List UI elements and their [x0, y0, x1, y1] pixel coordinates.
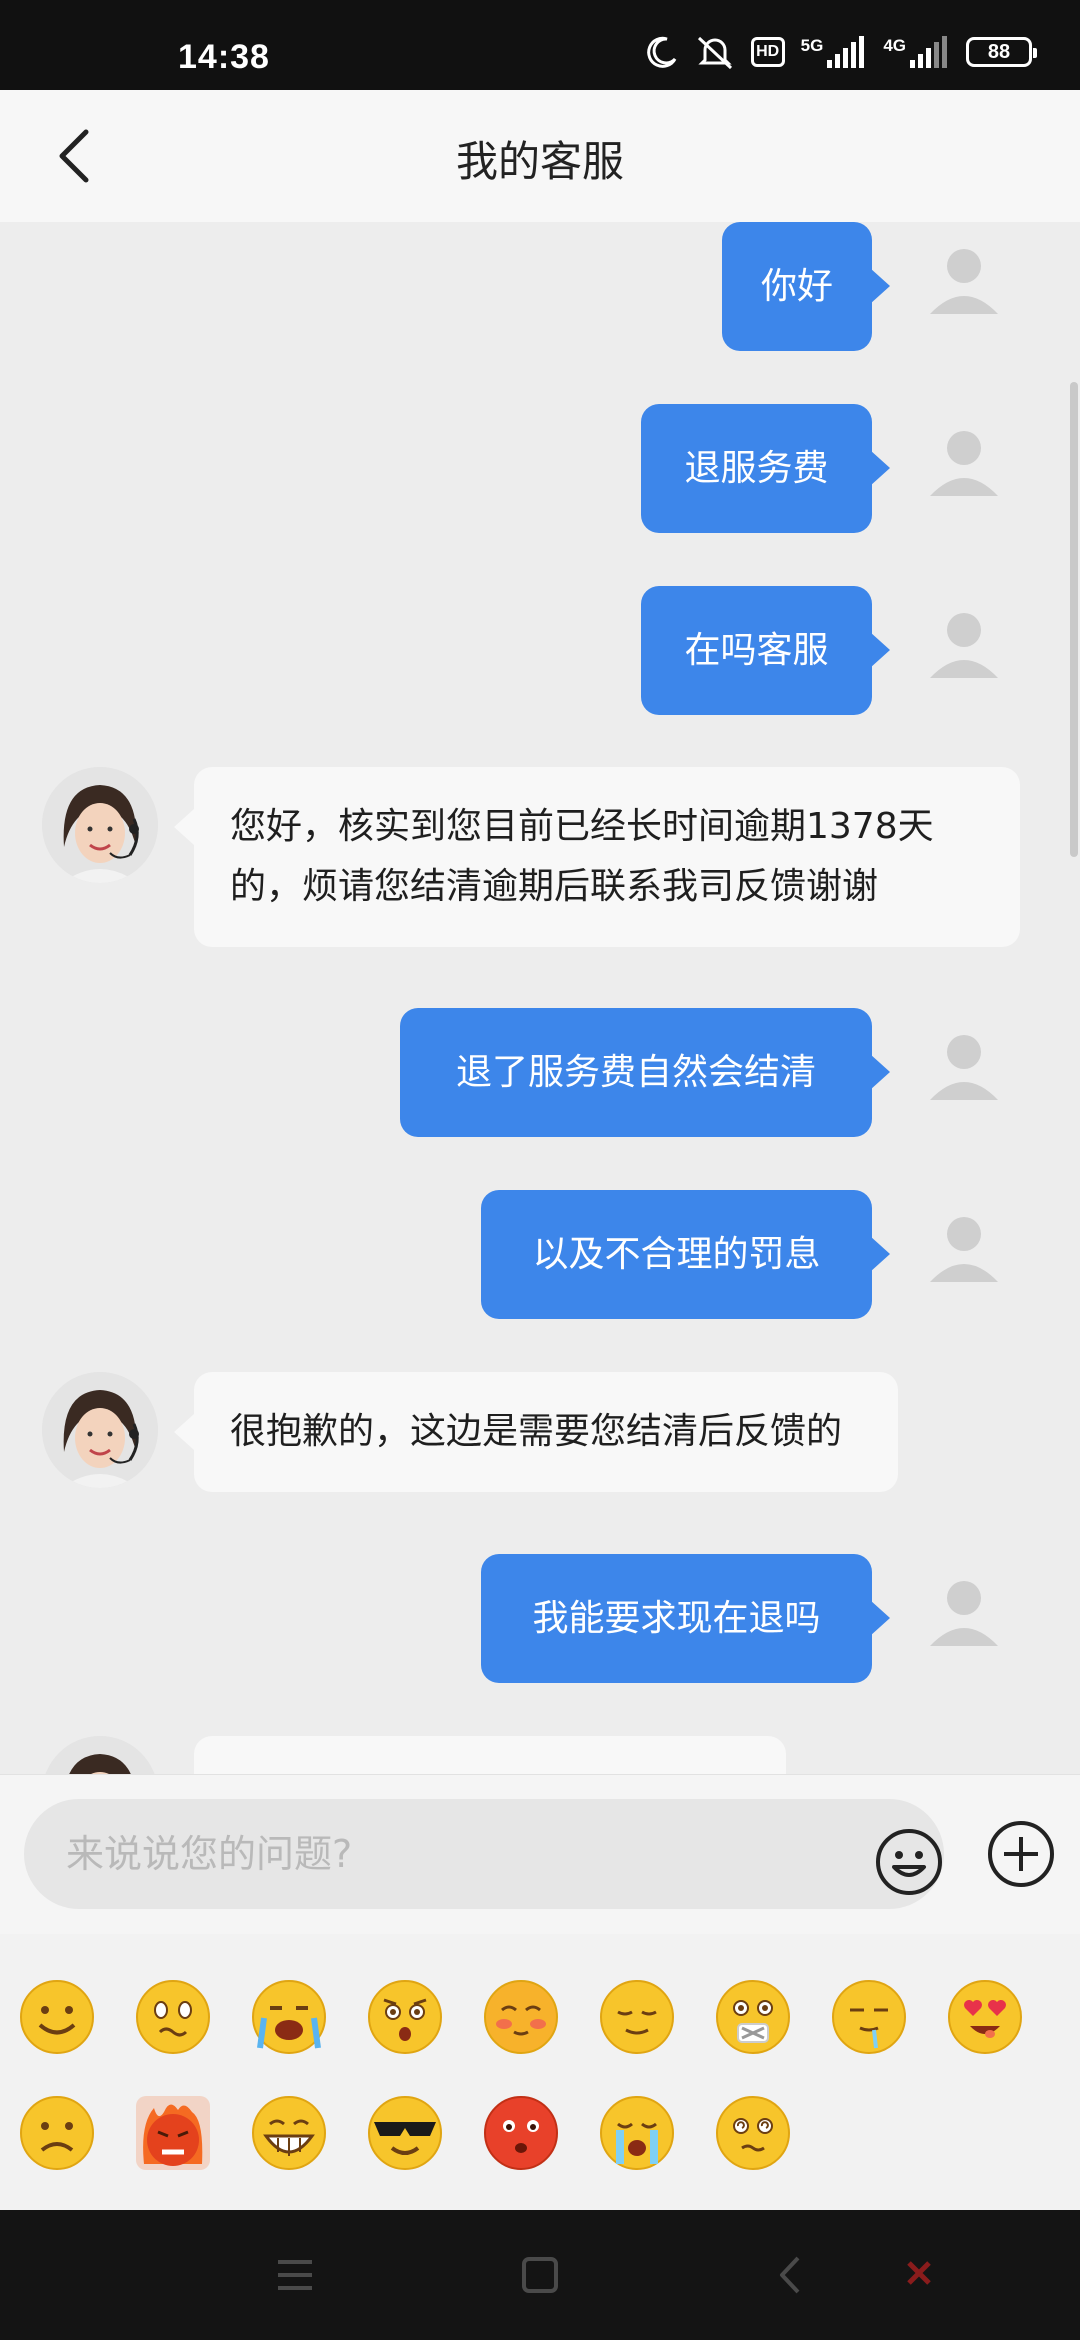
home-icon[interactable]: [515, 2252, 565, 2298]
message-bubble[interactable]: 很抱歉的，这边是需要您结清后反馈的: [174, 1372, 898, 1492]
agent-avatar: [42, 1736, 158, 1774]
agent-avatar: [42, 767, 158, 883]
message-input-container: [24, 1799, 944, 1909]
emoji-nervous[interactable]: [134, 1978, 212, 2056]
mute-bell-icon: [697, 36, 732, 70]
emoji-smile[interactable]: [18, 1978, 96, 2056]
agent-avatar-image: [42, 1736, 158, 1774]
message-outgoing: 以及不合理的罚息: [0, 1190, 1080, 1320]
emoji-blush-red[interactable]: [482, 2094, 560, 2172]
message-outgoing: 在吗客服: [0, 586, 1080, 716]
message-outgoing: 你好: [0, 222, 1080, 352]
back-nav-icon[interactable]: [766, 2252, 816, 2298]
navigation-bar: [0, 2210, 1080, 2340]
message-incoming-partial: [0, 1736, 1080, 1774]
title-bar: 我的客服: [0, 90, 1080, 222]
status-icons: HD 5G 4G 88: [645, 34, 1037, 70]
emoji-shy[interactable]: [482, 1978, 560, 2056]
message-input[interactable]: [66, 1799, 846, 1909]
chat-area[interactable]: 你好 退服务费 在吗客服 您好，核实到您目前已经长时间逾期1378天的，烦请您结…: [0, 222, 1080, 1774]
watermark-logo: [906, 2260, 932, 2286]
user-avatar-icon: [930, 249, 998, 314]
signal-bars-icon: [827, 36, 865, 68]
user-avatar-icon: [930, 613, 998, 678]
input-bar: [0, 1774, 1080, 1934]
message-bubble[interactable]: 退了服务费自然会结清: [400, 1008, 890, 1137]
message-bubble[interactable]: 您好，核实到您目前已经长时间逾期1378天的，烦请您结清逾期后联系我司反馈谢谢: [174, 767, 1020, 947]
hd-badge: HD: [750, 37, 785, 67]
menu-icon[interactable]: [270, 2252, 320, 2298]
message-bubble[interactable]: 退服务费: [641, 404, 890, 533]
agent-avatar: [42, 1372, 158, 1488]
emoji-grin[interactable]: [250, 2094, 328, 2172]
emoji-panel: [0, 1934, 1080, 2210]
message-bubble[interactable]: 以及不合理的罚息: [481, 1190, 890, 1319]
emoji-frown[interactable]: [18, 2094, 96, 2172]
emoji-button-icon[interactable]: [874, 1827, 944, 1897]
battery-icon: 88: [966, 37, 1037, 67]
user-avatar-icon: [930, 1217, 998, 1282]
message-outgoing: 退了服务费自然会结清: [0, 1008, 1080, 1138]
emoji-cool[interactable]: [366, 2094, 444, 2172]
agent-avatar-image: [42, 767, 158, 883]
emoji-content[interactable]: [598, 1978, 676, 2056]
emoji-crying-loud[interactable]: [250, 1978, 328, 2056]
user-avatar-icon: [930, 431, 998, 496]
signal-5g: 5G: [801, 36, 868, 68]
message-bubble[interactable]: 我能要求现在退吗: [481, 1554, 890, 1683]
message-bubble[interactable]: 你好: [722, 222, 890, 351]
message-incoming: 您好，核实到您目前已经长时间逾期1378天的，烦请您结清逾期后联系我司反馈谢谢: [0, 767, 1080, 957]
agent-avatar-image: [42, 1372, 158, 1488]
moon-icon: [646, 36, 676, 68]
user-avatar-icon: [930, 1035, 998, 1100]
message-outgoing: 退服务费: [0, 404, 1080, 534]
emoji-muted[interactable]: [714, 1978, 792, 2056]
plus-button-icon[interactable]: [986, 1819, 1056, 1889]
message-bubble[interactable]: [194, 1736, 786, 1774]
status-bar: 14:38 HD 5G 4G 88: [0, 0, 1080, 90]
emoji-shocked[interactable]: [366, 1978, 444, 2056]
emoji-dizzy[interactable]: [714, 2094, 792, 2172]
signal-bars-icon: [910, 36, 947, 68]
message-outgoing: 我能要求现在退吗: [0, 1554, 1080, 1684]
signal-4g: 4G: [883, 36, 950, 68]
watermark-logo-icon: [907, 2261, 931, 2285]
status-time: 14:38: [178, 38, 270, 76]
emoji-drooling[interactable]: [830, 1978, 908, 2056]
emoji-heart-eyes[interactable]: [946, 1978, 1024, 2056]
net-label-5g: 5G: [800, 36, 824, 55]
net-label-4g: 4G: [883, 36, 906, 55]
user-avatar-icon: [930, 1581, 998, 1646]
emoji-angry[interactable]: [134, 2094, 212, 2172]
page-title: 我的客服: [455, 137, 624, 186]
message-bubble[interactable]: 在吗客服: [641, 586, 890, 715]
message-incoming: 很抱歉的，这边是需要您结清后反馈的: [0, 1372, 1080, 1502]
emoji-sob[interactable]: [598, 2094, 676, 2172]
